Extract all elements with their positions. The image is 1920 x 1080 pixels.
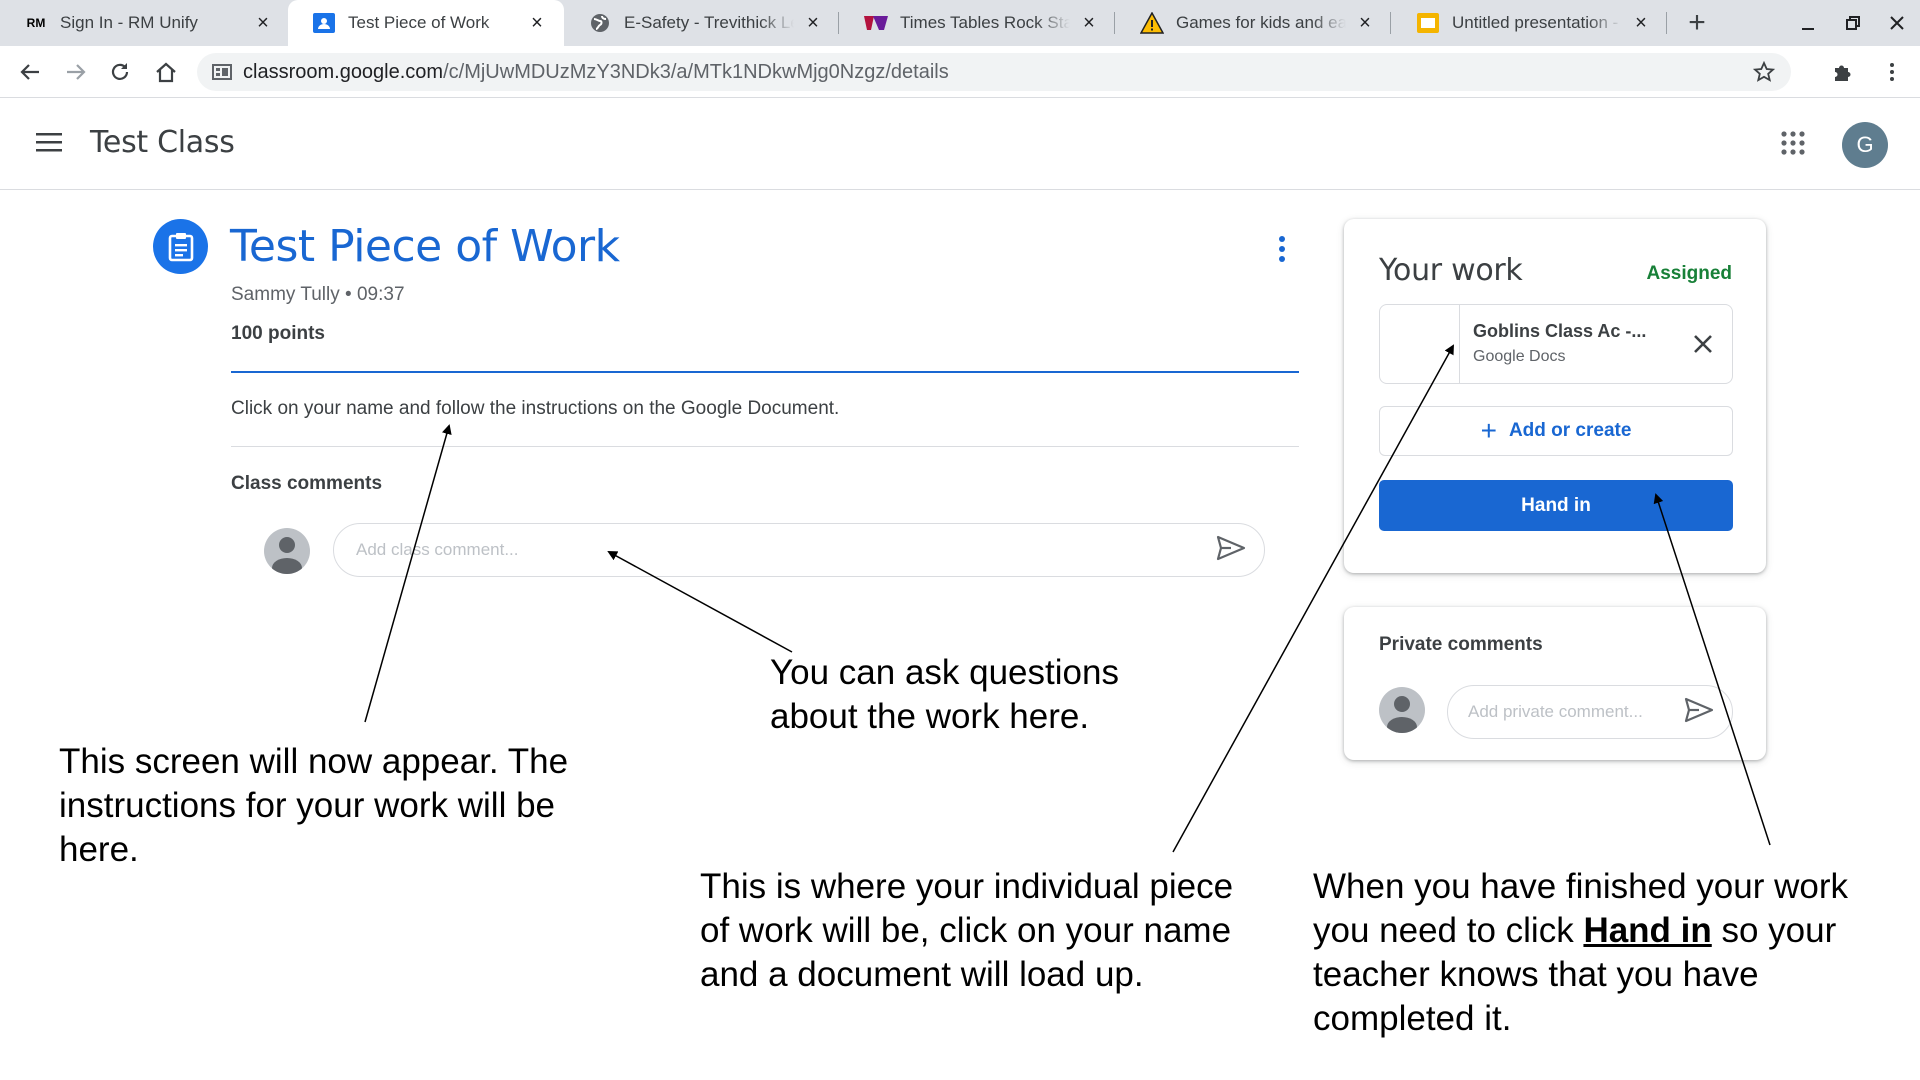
browser-tab-rm-unify[interactable]: RM Sign In - RM Unify × bbox=[0, 0, 290, 46]
slides-icon bbox=[1416, 12, 1440, 34]
attachment-name[interactable]: Goblins Class Ac -... bbox=[1473, 321, 1646, 342]
close-tab-icon[interactable]: × bbox=[1630, 12, 1652, 34]
your-work-card: Your work Assigned Goblins Class Ac -...… bbox=[1344, 219, 1766, 573]
tab-label: Times Tables Rock Stars bbox=[900, 13, 1070, 32]
annotation-individual-work: This is where your individual piece of w… bbox=[700, 867, 1234, 994]
home-icon[interactable] bbox=[150, 56, 182, 88]
send-comment-icon[interactable] bbox=[1216, 535, 1248, 565]
add-or-create-button[interactable]: + Add or create bbox=[1379, 406, 1733, 456]
browser-menu-icon[interactable] bbox=[1876, 56, 1908, 88]
assignment-instructions: Click on your name and follow the instru… bbox=[231, 398, 840, 419]
attachment-thumbnail[interactable] bbox=[1380, 305, 1460, 383]
hand-in-button[interactable]: Hand in bbox=[1379, 480, 1733, 531]
browser-tab-times-tables[interactable]: Times Tables Rock Stars × bbox=[840, 0, 1116, 46]
browser-tab-e-safety[interactable]: E-Safety - Trevithick Lear × bbox=[564, 0, 840, 46]
ttrs-icon bbox=[864, 12, 888, 34]
reload-icon[interactable] bbox=[104, 56, 136, 88]
forward-arrow-icon[interactable] bbox=[60, 56, 92, 88]
annotation-instructions: This screen will now appear. The instruc… bbox=[59, 742, 569, 869]
tab-divider bbox=[838, 12, 839, 34]
user-avatar-icon bbox=[1379, 687, 1425, 733]
account-avatar[interactable]: G bbox=[1842, 122, 1888, 168]
assignment-author: Sammy Tully bbox=[231, 284, 340, 305]
assignment-meta: Sammy Tully • 09:37 bbox=[231, 284, 405, 306]
browser-tab-test-piece-of-work[interactable]: Test Piece of Work × bbox=[288, 0, 564, 46]
remove-attachment-icon[interactable] bbox=[1690, 331, 1716, 357]
extensions-puzzle-icon[interactable] bbox=[1827, 56, 1859, 88]
plus-icon: + bbox=[1480, 415, 1497, 446]
close-window-icon[interactable] bbox=[1882, 8, 1912, 38]
restore-icon[interactable] bbox=[1838, 8, 1868, 38]
assignment-icon bbox=[153, 219, 208, 274]
tab-divider bbox=[1114, 12, 1115, 34]
address-bar[interactable]: classroom.google.com/c/MjUwMDUzMzY3NDk3/… bbox=[197, 53, 1791, 91]
globe-icon bbox=[588, 12, 612, 34]
tab-label: Games for kids and early bbox=[1176, 13, 1346, 32]
send-private-comment-icon[interactable] bbox=[1684, 697, 1716, 727]
browser-tab-strip: RM Sign In - RM Unify × Test Piece of Wo… bbox=[0, 0, 1920, 46]
rm-unify-icon: RM bbox=[26, 16, 46, 30]
tab-divider bbox=[1666, 12, 1667, 34]
url-path: /c/MjUwMDUzMzY3NDk3/a/MTk1NDkwMjg0Nzgz/d… bbox=[443, 60, 949, 83]
assignment-points: 100 points bbox=[231, 323, 325, 344]
google-apps-grid-icon[interactable] bbox=[1780, 130, 1812, 162]
close-tab-icon[interactable]: × bbox=[1354, 12, 1376, 34]
tab-label: Sign In - RM Unify bbox=[60, 13, 198, 32]
hand-in-note-bold: Hand in bbox=[1583, 911, 1712, 950]
back-arrow-icon[interactable] bbox=[14, 56, 46, 88]
close-tab-icon[interactable]: × bbox=[526, 12, 548, 34]
url-host: classroom.google.com bbox=[243, 60, 444, 83]
minimize-icon[interactable] bbox=[1793, 8, 1823, 38]
tab-divider bbox=[1390, 12, 1391, 34]
close-tab-icon[interactable]: × bbox=[1078, 12, 1100, 34]
private-comments-label: Private comments bbox=[1379, 634, 1543, 655]
tab-label: E-Safety - Trevithick Lear bbox=[624, 13, 794, 32]
close-tab-icon[interactable]: × bbox=[802, 12, 824, 34]
class-comment-input[interactable] bbox=[333, 523, 1265, 577]
user-avatar-icon bbox=[264, 528, 310, 574]
tab-label: Untitled presentation - G bbox=[1452, 13, 1622, 32]
title-divider bbox=[231, 371, 1299, 373]
assignment-time: 09:37 bbox=[356, 284, 405, 305]
meta-separator: • bbox=[339, 284, 357, 305]
close-tab-icon[interactable]: × bbox=[252, 12, 274, 34]
url-text: classroom.google.com/c/MjUwMDUzMzY3NDk3/… bbox=[243, 61, 949, 84]
annotation-hand-in: When you have finished your work you nee… bbox=[1313, 865, 1893, 1041]
attachment-type: Google Docs bbox=[1473, 348, 1566, 365]
more-options-icon[interactable] bbox=[1270, 233, 1294, 267]
new-tab-button[interactable]: + bbox=[1680, 6, 1714, 40]
assignment-title: Test Piece of Work bbox=[230, 221, 620, 272]
status-badge: Assigned bbox=[1646, 263, 1732, 284]
tab-label: Test Piece of Work bbox=[348, 13, 490, 32]
private-comments-card: Private comments bbox=[1344, 607, 1766, 760]
browser-tab-games-for-kids[interactable]: Games for kids and early × bbox=[1116, 0, 1392, 46]
hamburger-menu-icon[interactable] bbox=[34, 130, 68, 158]
warning-icon bbox=[1140, 12, 1164, 34]
class-title[interactable]: Test Class bbox=[90, 125, 235, 160]
bookmark-star-icon[interactable] bbox=[1751, 59, 1777, 85]
browser-toolbar: classroom.google.com/c/MjUwMDUzMzY3NDk3/… bbox=[0, 46, 1920, 98]
site-info-icon[interactable] bbox=[211, 61, 233, 83]
annotation-questions: You can ask questions about the work her… bbox=[770, 653, 1119, 736]
classroom-icon bbox=[312, 12, 336, 34]
add-or-create-label: Add or create bbox=[1508, 420, 1632, 441]
instructions-divider bbox=[231, 446, 1299, 447]
classroom-header: Test Class G bbox=[0, 98, 1920, 190]
browser-tab-untitled-presentation[interactable]: Untitled presentation - G × bbox=[1392, 0, 1668, 46]
your-work-title: Your work bbox=[1379, 253, 1523, 288]
attachment-item[interactable]: Goblins Class Ac -... Google Docs bbox=[1379, 304, 1733, 384]
class-comments-label: Class comments bbox=[231, 473, 383, 494]
